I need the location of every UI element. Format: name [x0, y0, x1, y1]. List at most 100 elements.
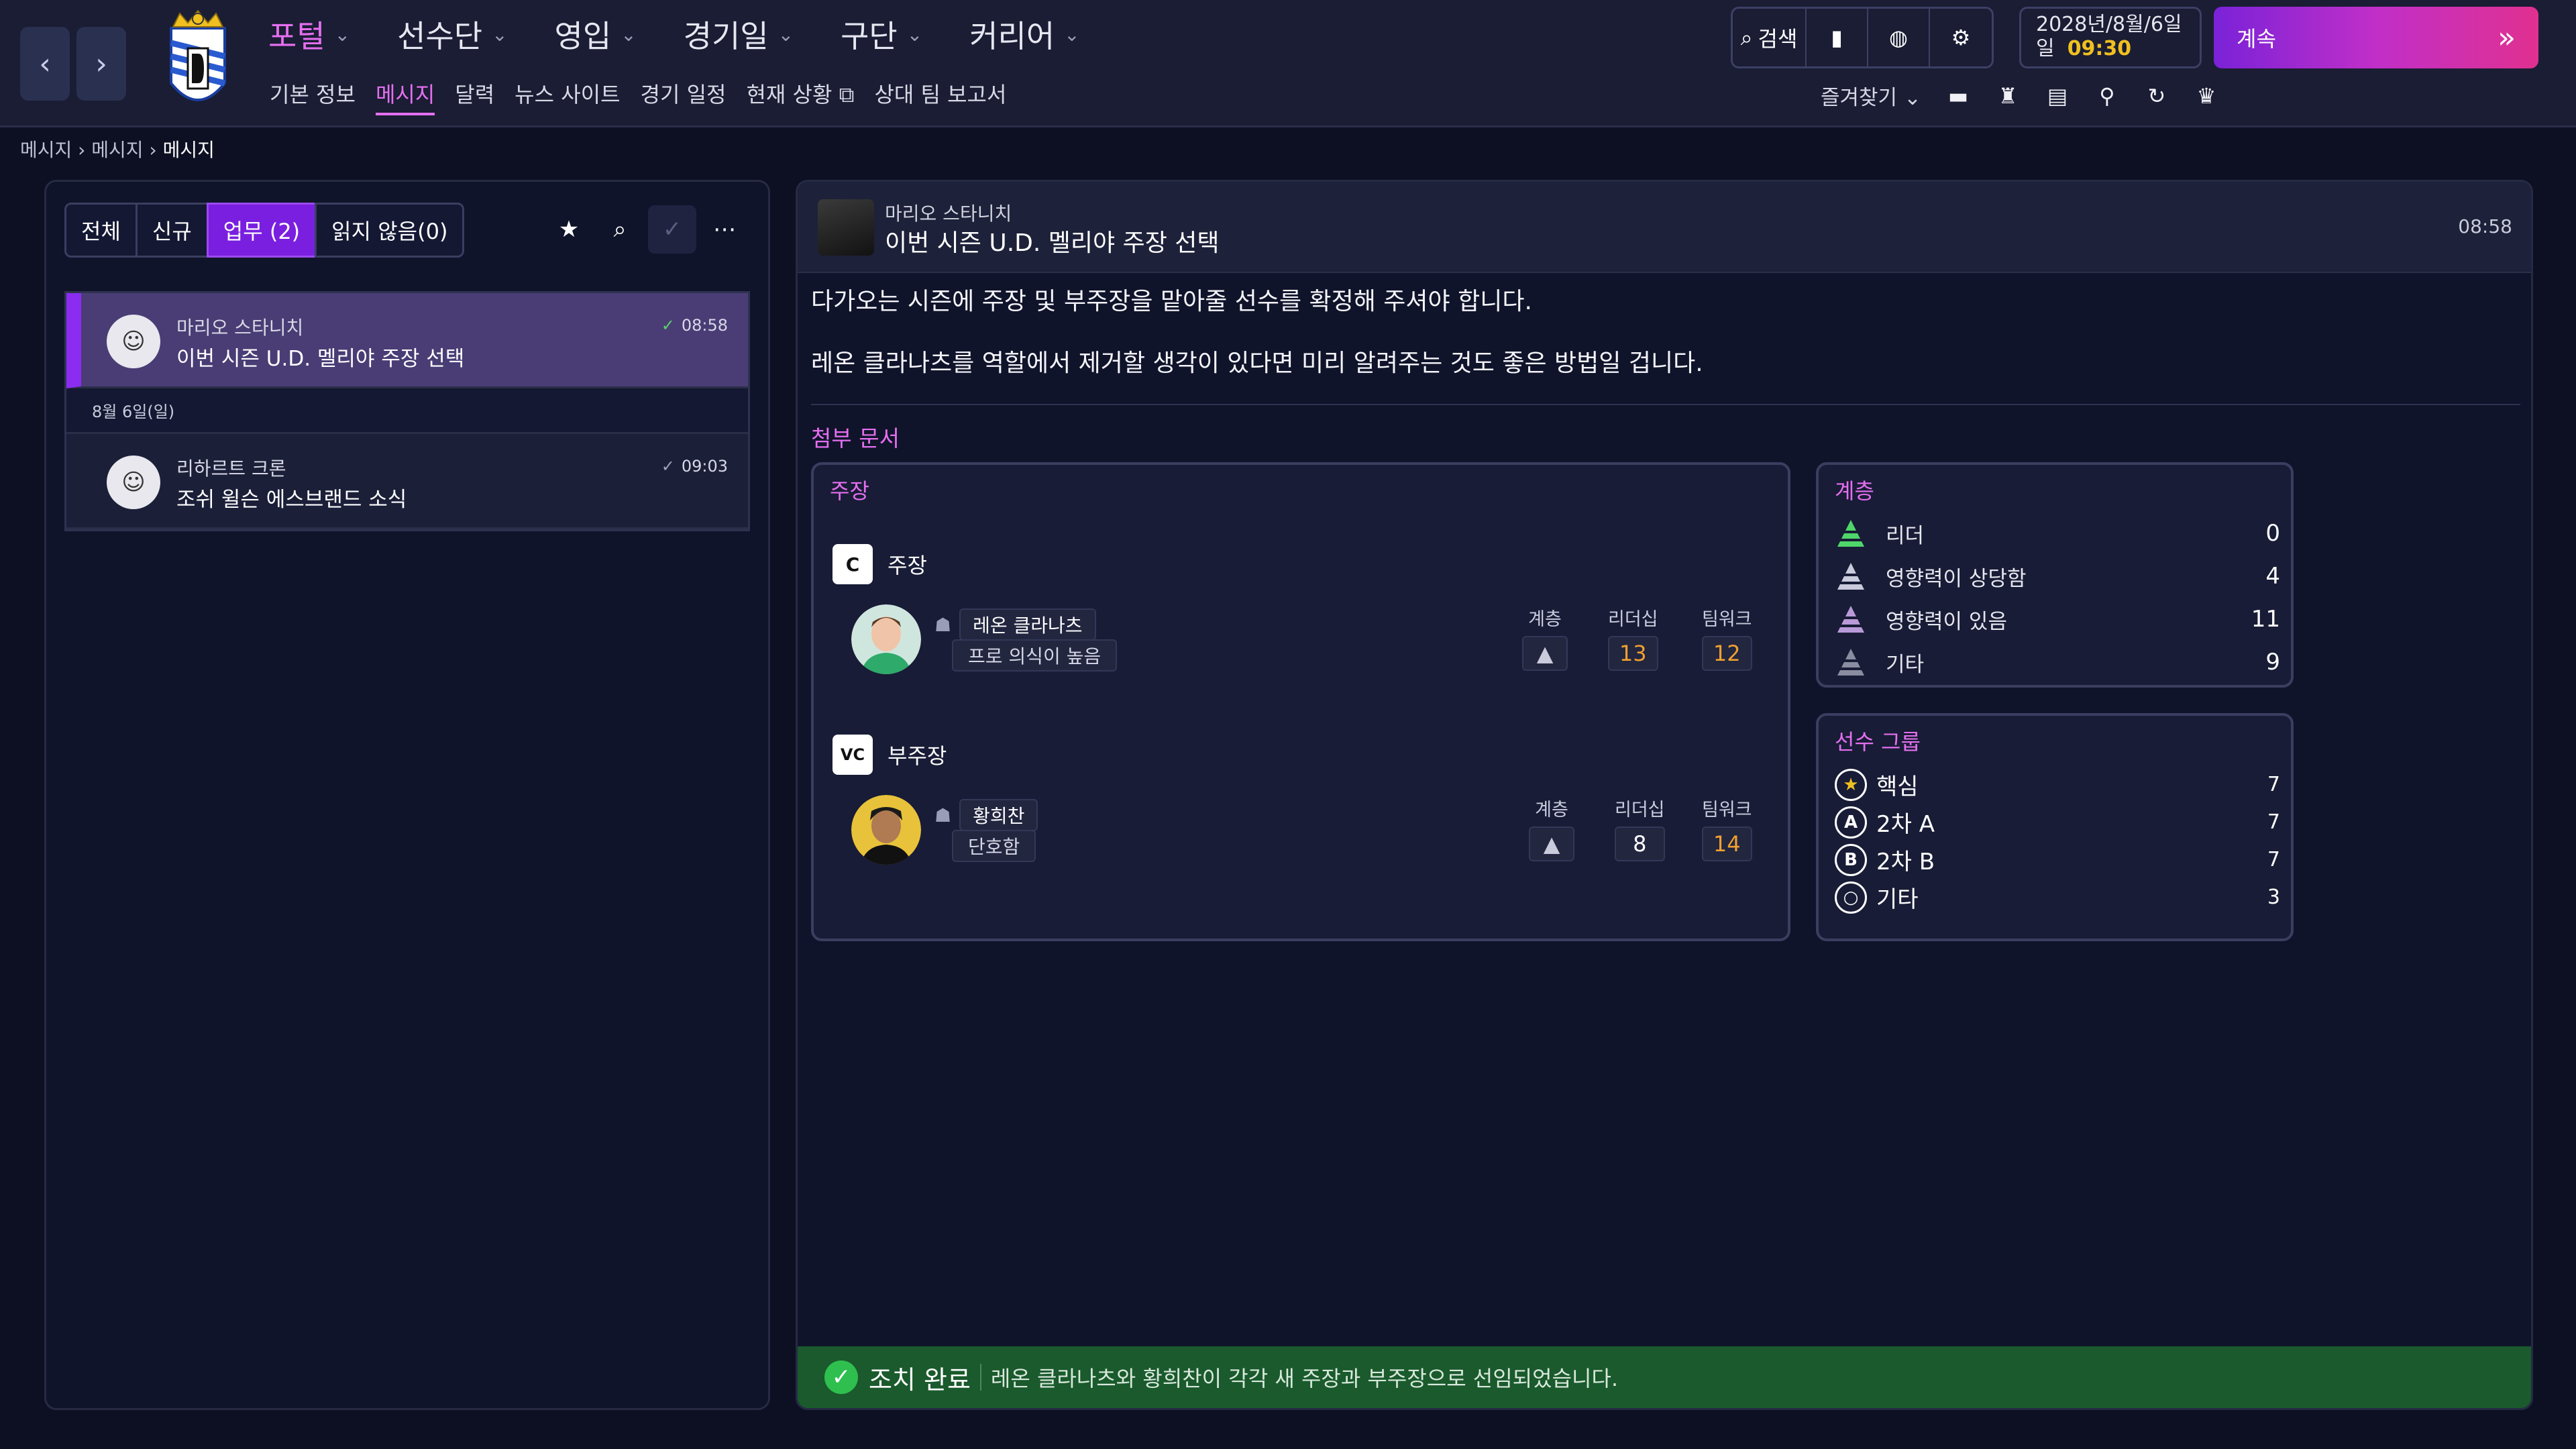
bookmark-icon: ▮ [1831, 25, 1843, 50]
favorites-dropdown[interactable]: 즐겨찾기 ⌄ [1821, 80, 1921, 111]
trophy-icon[interactable]: ♛ [2194, 83, 2219, 109]
star-icon[interactable]: ★ [545, 205, 593, 254]
player-face [851, 604, 921, 674]
message-sender: 마리오 스타니치 [176, 317, 304, 339]
captain-armband-icon: C [833, 544, 873, 584]
globe-icon: ◍ [1889, 25, 1908, 50]
pyramid-icon [1837, 606, 1864, 633]
player-name: 황희찬 [959, 799, 1038, 831]
vice-captain-row[interactable]: ☗ 황희찬 단호함 계층 ▲ 리더십 8 팀워크 14 [851, 795, 1784, 869]
back-button[interactable]: ‹ [20, 27, 70, 101]
list-item[interactable]: ☺ 리하르트 크론 조쉬 윌슨 에스브랜드 소식 ✓ 09:03 [66, 434, 748, 529]
detail-subject: 이번 시즌 U.D. 멜리야 주장 선택 [885, 229, 1220, 257]
message-sender: 리하르트 크론 [176, 458, 286, 480]
group-row[interactable]: A 2차 A7 [1835, 806, 2280, 839]
submenu-calendar[interactable]: 달력 [455, 78, 494, 115]
submenu-messages[interactable]: 메시지 [375, 78, 435, 115]
menu-career[interactable]: 커리어 ⌄ [969, 12, 1079, 56]
club-crest-logo[interactable] [161, 9, 235, 117]
continue-button[interactable]: 계속 » [2214, 7, 2538, 68]
captains-card: 주장 C 주장 ☗ 레온 클라나츠 프로 의식이 높음 계층 ▲ 리더십 13 팀워크… [811, 462, 1790, 941]
menu-matchday[interactable]: 경기일 ⌄ [684, 12, 794, 56]
other-group-icon: ○ [1835, 881, 1867, 914]
captain-heading: C 주장 [833, 544, 927, 584]
vice-captain-heading: VC 부주장 [833, 735, 947, 775]
chevron-right-icon: › [95, 46, 107, 81]
player-groups-card: 선수 그룹 ★ 핵심 7 A 2차 A7 B 2차 B7 ○ 기타 3 [1816, 713, 2294, 941]
captain-row[interactable]: ☗ 레온 클라나츠 프로 의식이 높음 계층 ▲ 리더십 13 팀워크 12 [851, 604, 1784, 678]
pyramid-icon [1837, 520, 1864, 547]
checkmark-icon: ✓ [824, 1360, 858, 1394]
refresh-icon[interactable]: ↻ [2144, 83, 2169, 109]
tier-pyramid-icon: ▲ [1522, 636, 1568, 671]
detail-time: 08:58 [2458, 215, 2512, 237]
card-title: 주장 [830, 478, 869, 504]
read-check-icon: ✓ [661, 457, 675, 476]
menu-club[interactable]: 구단 ⌄ [841, 12, 922, 56]
world-button[interactable]: ◍ [1868, 9, 1930, 66]
submenu-status[interactable]: 현재 상황 ⧉ [746, 78, 854, 115]
submenu-overview[interactable]: 기본 정보 [270, 78, 356, 115]
read-check-icon: ✓ [661, 316, 675, 335]
group-row[interactable]: B 2차 B7 [1835, 843, 2280, 876]
chevron-down-icon: ⌄ [777, 23, 794, 46]
player-name: 레온 클라나츠 [959, 608, 1096, 641]
chevron-down-icon: ⌄ [621, 23, 637, 46]
settings-button[interactable]: ⚙ [1930, 9, 1992, 66]
divider [811, 404, 2520, 405]
group-row[interactable]: ★ 핵심 7 [1835, 768, 2280, 801]
submenu-opposition-report[interactable]: 상대 팀 보고서 [874, 78, 1006, 115]
teamwork-stat: 팀워크 12 [1702, 604, 1752, 671]
search-icon[interactable]: ⌕ [596, 205, 644, 254]
tier-row[interactable]: 영향력이 있음 11 [1835, 603, 2280, 635]
filter-unread[interactable]: 읽지 않음(0) [315, 203, 465, 258]
message-body: 다가오는 시즌에 주장 및 부주장을 맡아줄 선수를 확정해 주셔야 합니다. … [811, 286, 1703, 410]
forward-button[interactable]: › [76, 27, 126, 101]
tier-stat: 계층 ▲ [1522, 604, 1568, 671]
submenu-fixtures[interactable]: 경기 일정 [641, 78, 727, 115]
filter-all[interactable]: 전체 [64, 203, 138, 258]
message-filters: 전체 신규 업무 (2) 읽지 않음(0) [64, 203, 465, 258]
more-icon[interactable]: ⋯ [700, 205, 749, 254]
search-icon: ⌕ [1740, 24, 1753, 50]
hierarchy-card: 계층 리더 0 영향력이 상당함 4 영향력이 있음 11 기타 9 [1816, 462, 2294, 688]
message-time: ✓ 08:58 [661, 316, 728, 335]
gear-icon: ⚙ [1951, 25, 1971, 50]
shirt-icon[interactable]: ♜ [1995, 83, 2021, 109]
menu-transfers[interactable]: 영입 ⌄ [555, 12, 637, 56]
filter-tasks[interactable]: 업무 (2) [206, 203, 317, 258]
sender-photo[interactable] [818, 199, 874, 256]
filter-new[interactable]: 신규 [135, 203, 209, 258]
date-text: 2028년/8월/6일 [2036, 13, 2182, 36]
tier-row[interactable]: 리더 0 [1835, 517, 2280, 549]
chevron-down-icon: ⌄ [492, 23, 508, 46]
tier-stat: 계층 ▲ [1529, 795, 1574, 861]
main-menu: 포털 ⌄ 선수단 ⌄ 영입 ⌄ 경기일 ⌄ 구단 ⌄ 커리어 ⌄ [268, 12, 1080, 56]
top-bar: ‹ › 포털 ⌄ 선수단 ⌄ 영입 ⌄ 경기일 ⌄ 구단 ⌄ 커리어 ⌄ 기본 정보 메시지… [0, 0, 2576, 127]
double-chevron-right-icon: » [2498, 20, 2516, 55]
message-time: ✓ 09:03 [661, 457, 728, 476]
secondary-b-icon: B [1835, 843, 1867, 876]
menu-portal[interactable]: 포털 ⌄ [268, 12, 350, 56]
person-icon: ☗ [934, 804, 952, 826]
group-row[interactable]: ○ 기타 3 [1835, 881, 2280, 914]
card-title: 선수 그룹 [1835, 729, 1921, 755]
bookmark-button[interactable]: ▮ [1807, 9, 1868, 66]
breadcrumb-item[interactable]: 메시지 [91, 139, 143, 161]
check-icon[interactable]: ✓ [648, 205, 696, 254]
tier-row[interactable]: 기타 9 [1835, 646, 2280, 678]
chat-icon[interactable]: ▬ [1945, 83, 1971, 109]
scout-icon[interactable]: ⚲ [2094, 83, 2120, 109]
breadcrumb-item[interactable]: 메시지 [20, 139, 72, 161]
staff-avatar-icon: ☺ [107, 455, 160, 509]
detail-sender[interactable]: 마리오 스타니치 [885, 199, 1012, 226]
pyramid-icon [1837, 563, 1864, 590]
clipboard-icon[interactable]: ▤ [2045, 83, 2070, 109]
list-item[interactable]: ☺ 마리오 스타니치 이번 시즌 U.D. 멜리야 주장 선택 ✓ 08:58 [66, 293, 748, 388]
sub-menu: 기본 정보 메시지 달력 뉴스 사이트 경기 일정 현재 상황 ⧉ 상대 팀 보… [270, 78, 1006, 115]
search-button[interactable]: ⌕ 검색 [1733, 9, 1807, 66]
tier-row[interactable]: 영향력이 상당함 4 [1835, 560, 2280, 592]
submenu-news[interactable]: 뉴스 사이트 [515, 78, 620, 115]
player-face [851, 795, 921, 865]
menu-squad[interactable]: 선수단 ⌄ [397, 12, 507, 56]
